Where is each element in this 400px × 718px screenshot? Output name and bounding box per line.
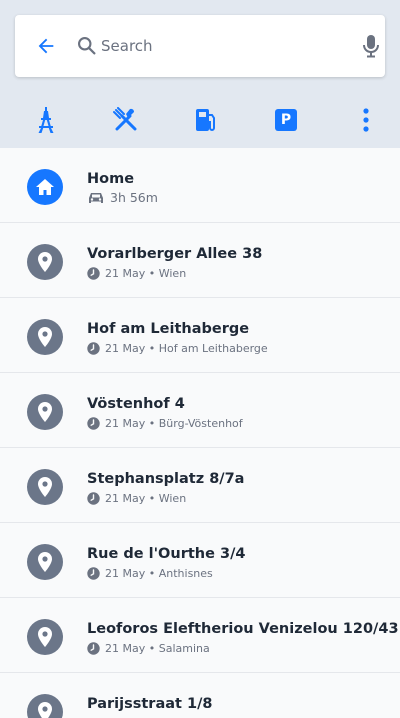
fork-knife-icon [113,107,137,131]
back-arrow-icon[interactable] [35,35,57,57]
restaurants-button[interactable] [104,98,148,142]
home-item[interactable]: Home 3h 56m [0,148,400,223]
clock-icon [87,342,100,355]
item-date: 21 May [105,567,146,580]
item-subtitle: 21 May • Wien [87,492,186,505]
separator: • [145,492,159,505]
search-input[interactable] [101,32,351,60]
item-place: Bürg-Vöstenhof [158,417,243,430]
clock-icon [87,267,100,280]
item-place: Salamina [158,642,210,655]
location-pin-icon [38,627,52,647]
separator: • [145,267,159,280]
pin-badge [27,394,63,430]
car-icon [89,192,103,203]
recent-item[interactable]: Rue de l'Ourthe 3/4 21 May • Anthisnes [0,523,400,598]
parking-icon: P [275,109,297,131]
fuel-pump-icon [196,109,215,131]
clock-icon [87,492,100,505]
item-place: Anthisnes [158,567,213,580]
eiffel-tower-icon [38,107,54,133]
pin-badge [27,469,63,505]
search-bar[interactable] [15,15,385,77]
recent-item[interactable]: Hof am Leithaberge 21 May • Hof am Leitha… [0,298,400,373]
pin-badge [27,544,63,580]
attractions-button[interactable] [24,98,68,142]
separator: • [145,417,159,430]
location-pin-icon [38,477,52,497]
separator: • [145,642,159,655]
parking-button[interactable]: P [264,98,308,142]
category-shortcuts: P [0,98,400,142]
recent-item[interactable]: Parijsstraat 1/8 [0,673,400,718]
location-pin-icon [38,252,52,272]
microphone-icon[interactable] [362,34,380,58]
pin-badge [27,619,63,655]
more-vertical-icon [363,108,369,132]
recent-item[interactable]: Vorarlberger Allee 38 21 May • Wien [0,223,400,298]
recent-item[interactable]: Vöstenhof 4 21 May • Bürg-Vöstenhof [0,373,400,448]
pin-badge [27,319,63,355]
item-subtitle: 3h 56m [87,190,158,205]
home-badge [27,169,63,205]
location-pin-icon [38,702,52,718]
item-date: 21 May [105,492,146,505]
item-date: 21 May [105,417,146,430]
item-date: 21 May [105,267,146,280]
item-title: Hof am Leithaberge [87,321,250,337]
item-title: Rue de l'Ourthe 3/4 [87,546,246,562]
travel-duration: 3h 56m [110,190,158,205]
item-date: 21 May [105,642,146,655]
separator: • [145,342,159,355]
location-pin-icon [38,402,52,422]
clock-icon [87,567,100,580]
item-title: Parijsstraat 1/8 [87,696,213,712]
item-title: Leoforos Eleftheriou Venizelou 120/43 [87,621,399,637]
location-pin-icon [38,327,52,347]
item-subtitle: 21 May • Salamina [87,642,210,655]
item-place: Wien [158,492,187,505]
separator: • [145,567,159,580]
more-options-button[interactable] [344,98,388,142]
item-place: Hof am Leithaberge [158,342,268,355]
item-title: Vöstenhof 4 [87,396,185,412]
recent-item[interactable]: Stephansplatz 8/7a 21 May • Wien [0,448,400,523]
results-list: Home 3h 56m Vorarlberger Allee 38 21 May … [0,148,400,718]
item-subtitle: 21 May • Bürg-Vöstenhof [87,417,243,430]
home-icon [36,179,54,195]
item-place: Wien [158,267,187,280]
gas-stations-button[interactable] [184,98,228,142]
item-subtitle: 21 May • Hof am Leithaberge [87,342,268,355]
item-title: Stephansplatz 8/7a [87,471,245,487]
item-title: Home [87,171,135,187]
clock-icon [87,642,100,655]
search-header: P [0,0,400,148]
search-icon [78,37,96,55]
recent-item[interactable]: Leoforos Eleftheriou Venizelou 120/43 21 … [0,598,400,673]
location-pin-icon [38,552,52,572]
clock-icon [87,417,100,430]
item-date: 21 May [105,342,146,355]
item-subtitle: 21 May • Wien [87,267,186,280]
pin-badge [27,694,63,718]
pin-badge [27,244,63,280]
item-subtitle: 21 May • Anthisnes [87,567,213,580]
item-title: Vorarlberger Allee 38 [87,246,263,262]
